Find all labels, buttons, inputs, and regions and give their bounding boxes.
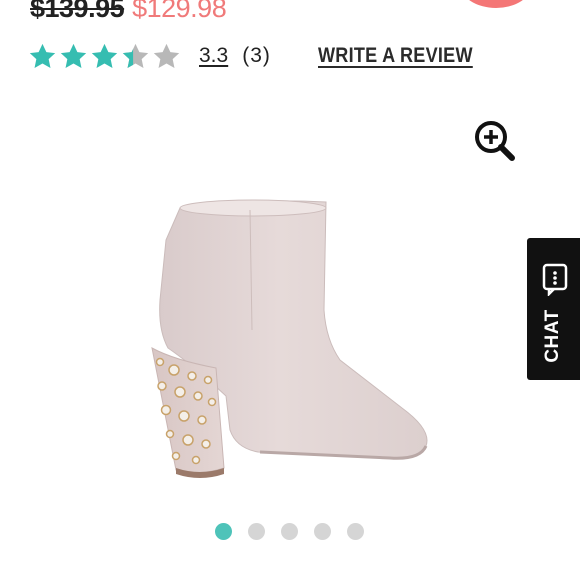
chat-button[interactable]: CHAT [527, 238, 580, 380]
star-icon [91, 43, 118, 68]
rating-stars[interactable] [28, 42, 181, 71]
star-half-icon [122, 43, 149, 68]
cart-badge[interactable] [460, 0, 532, 8]
carousel-dot[interactable] [281, 523, 298, 540]
star-icon [29, 43, 56, 68]
ankle-boot-illustration [151, 199, 428, 478]
carousel-dot[interactable] [248, 523, 265, 540]
review-count: (3) [242, 44, 271, 67]
carousel-dots [215, 523, 364, 540]
star-icon [60, 43, 87, 68]
zoom-in-icon [475, 121, 515, 161]
rating-value[interactable]: 3.3 [199, 44, 228, 68]
star-empty-icon [153, 43, 180, 68]
chat-label: CHAT [542, 309, 563, 363]
carousel-dot[interactable] [347, 523, 364, 540]
sale-price: $129.98 [132, 0, 227, 23]
original-price: $139.95 [30, 0, 125, 23]
rating-row: 3.3 (3) [28, 36, 271, 76]
price-row: $139.95 $129.98 [30, 0, 227, 28]
carousel-dot[interactable] [215, 523, 232, 540]
write-review-link[interactable]: WRITE A REVIEW [318, 44, 473, 68]
carousel-dot[interactable] [314, 523, 331, 540]
product-image[interactable] [140, 190, 440, 480]
zoom-in-button[interactable] [472, 118, 516, 162]
chat-icon [542, 263, 568, 296]
